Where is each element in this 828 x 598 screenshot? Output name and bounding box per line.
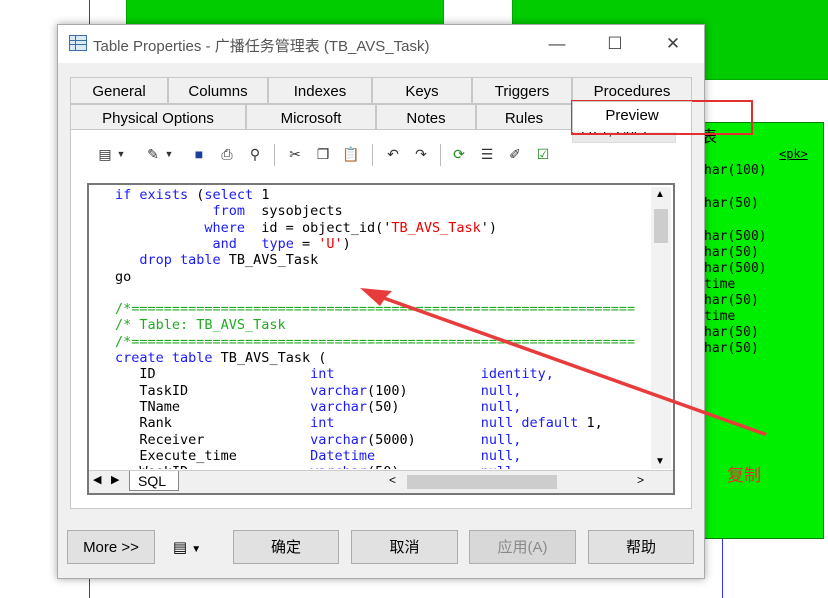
tab-preview[interactable]: Preview	[572, 101, 692, 132]
annotation-copy-label: 复制	[727, 466, 761, 485]
annotation-arrow	[360, 288, 767, 436]
